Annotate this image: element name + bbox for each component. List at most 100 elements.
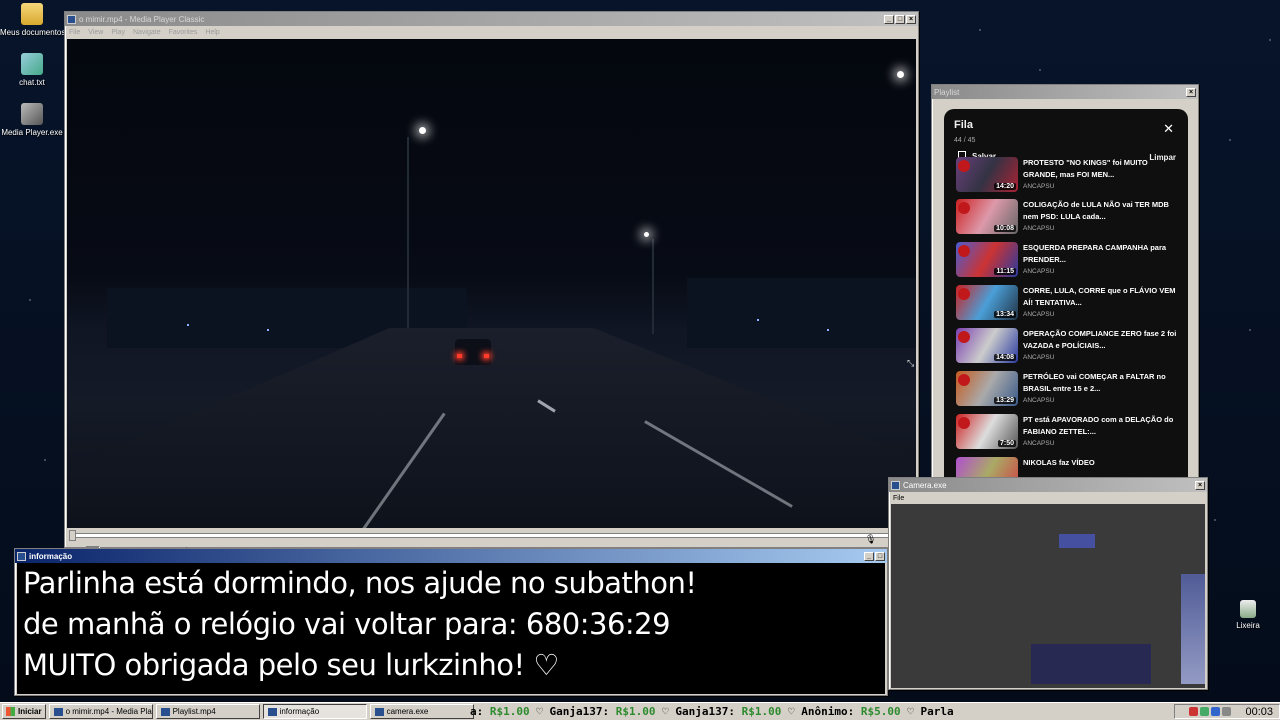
queue-item[interactable]: 13:34 CORRE, LULA, CORRE que o FLÁVIO VE… [956,285,1182,325]
info-app-icon [267,707,277,716]
info-window-title: informação [29,551,73,561]
info-app-icon [17,551,26,561]
minimize-button[interactable]: _ [884,14,894,24]
close-button[interactable]: × [1186,87,1196,97]
video-duration: 14:08 [994,354,1016,361]
desktop-icon-chat-txt[interactable]: chat.txt [0,53,64,87]
car [455,339,491,365]
desktop-icon-label: Media Player.exe [1,128,63,137]
queue-item[interactable]: 14:08 OPERAÇÃO COMPLIANCE ZERO fase 2 fo… [956,328,1182,368]
folder-icon [21,3,43,25]
close-button[interactable]: × [906,14,916,24]
queue-item[interactable]: 11:15 ESQUERDA PREPARA CAMPANHA para PRE… [956,242,1182,282]
video-thumbnail: 13:34 [956,285,1018,320]
info-line-thanks: MUITO obrigada pelo seu lurkzinho! ♡ [23,648,559,682]
taskbar-item-media-player[interactable]: o mimir.mp4 - Media Playe... [48,704,153,719]
close-button[interactable]: × [1195,480,1205,490]
video-display[interactable] [67,39,916,528]
fullscreen-icon[interactable]: ⤡ [907,358,914,369]
city-light [827,329,829,331]
donation-ticker: a: R$1.00 ♡ Ganja137: R$1.00 ♡ Ganja137:… [470,703,1170,720]
taskbar-item-playlist[interactable]: Playlist.mp4 [155,704,260,719]
maximize-button[interactable]: □ [895,14,905,24]
close-icon[interactable]: ✕ [1163,121,1174,137]
info-line-subathon: Parlinha está dormindo, nos ajude no sub… [23,566,697,600]
taskbar: Iniciar o mimir.mp4 - Media Playe... Pla… [0,702,1280,720]
flag-icon [958,374,970,386]
taskbar-item-label: o mimir.mp4 - Media Playe... [65,707,152,716]
minimize-button[interactable]: _ [864,551,874,561]
menu-favorites[interactable]: Favorites [169,29,198,36]
taskbar-item-informacao[interactable]: informação [262,704,367,719]
heart-icon: ♡ [536,705,550,718]
street-lamp [644,232,649,237]
desktop-icon-meus-documentos[interactable]: Meus documentos [0,3,66,37]
menu-navigate[interactable]: Navigate [133,29,161,36]
info-message-area: Parlinha está dormindo, nos ajude no sub… [17,563,885,694]
info-window: informação _ □ Parlinha está dormindo, n… [14,548,888,696]
camera-light-spot [1059,534,1095,548]
queue-item[interactable]: 14:20 PROTESTO "NO KINGS" foi MUITO GRAN… [956,157,1182,197]
text-file-icon [21,53,43,75]
info-titlebar[interactable]: informação _ □ [15,549,887,563]
playlist-app-icon [160,707,170,716]
maximize-button[interactable]: □ [875,551,885,561]
desktop-icon-label: Meus documentos [0,28,66,37]
video-title: PETRÓLEO vai COMEÇAR a FALTAR no BRASIL … [1023,372,1166,393]
video-title: CORRE, LULA, CORRE que o FLÁVIO VEM AÍ! … [1023,286,1176,307]
queue-panel: Fila 44 / 45 ✕ Salvar Limpar 14:20 PROTE… [944,109,1188,481]
video-title: PROTESTO "NO KINGS" foi MUITO GRANDE, ma… [1023,158,1148,179]
video-thumbnail: 7:50 [956,414,1018,449]
menu-play[interactable]: Play [111,29,125,36]
video-thumbnail: 11:15 [956,242,1018,277]
media-player-window: o mimir.mp4 - Media Player Classic _ □ ×… [64,11,919,557]
video-duration: 11:15 [994,268,1016,275]
queue-count: 44 / 45 [954,137,976,144]
desktop-icon-media-player[interactable]: Media Player.exe [0,103,64,137]
tray-app-icon[interactable] [1211,707,1221,716]
playlist-window-title: Playlist [934,87,960,97]
start-button[interactable]: Iniciar [2,704,46,719]
tray-app-icon[interactable] [1222,707,1232,716]
taskbar-item-camera[interactable]: camera.exe [369,704,474,719]
desktop-icon-lixeira[interactable]: Lixeira [1216,600,1280,630]
video-title: PT está APAVORADO com a DELAÇÃO do FABIA… [1023,415,1174,436]
media-player-titlebar[interactable]: o mimir.mp4 - Media Player Classic _ □ × [65,12,918,26]
camera-window-title: Camera.exe [903,480,947,490]
tray-icons [1187,707,1232,716]
clock[interactable]: 00:03 [1245,706,1273,718]
playlist-titlebar[interactable]: Playlist × [932,85,1198,99]
camera-light-spot [1031,644,1151,684]
video-duration: 7:50 [997,440,1016,447]
menu-view[interactable]: View [88,29,103,36]
city-light [757,319,759,321]
queue-item[interactable]: 7:50 PT está APAVORADO com a DELAÇÃO do … [956,414,1182,454]
flag-icon [958,245,970,257]
tray-app-icon[interactable] [1200,707,1210,716]
menu-file[interactable]: File [69,29,80,36]
media-player-icon [21,103,43,125]
ticker-amount: R$1.00 [615,705,656,718]
city-skyline [687,278,916,348]
taskbar-item-label: Playlist.mp4 [172,707,216,716]
road [67,328,916,528]
camera-menubar: File [889,492,1207,504]
desktop-icon-label: chat.txt [19,78,45,87]
camera-titlebar[interactable]: Camera.exe × [889,478,1207,492]
menu-file[interactable]: File [893,495,904,502]
media-player-app-icon [67,14,76,24]
street-pole [407,137,409,337]
camera-app-icon [374,707,384,716]
seek-handle[interactable] [69,530,76,541]
car-taillight [457,354,462,358]
video-duration: 13:29 [994,397,1016,404]
volume-icon[interactable]: 🎙 [865,534,876,545]
tray-app-icon[interactable] [1189,707,1199,716]
flag-icon [958,202,970,214]
desktop-icon-label: Lixeira [1236,621,1260,630]
queue-item[interactable]: 10:08 COLIGAÇÃO de LULA NÃO vai TER MDB … [956,199,1182,239]
menu-help[interactable]: Help [205,29,219,36]
flag-icon [958,288,970,300]
seek-bar[interactable] [69,533,914,538]
queue-item[interactable]: 13:29 PETRÓLEO vai COMEÇAR a FALTAR no B… [956,371,1182,411]
